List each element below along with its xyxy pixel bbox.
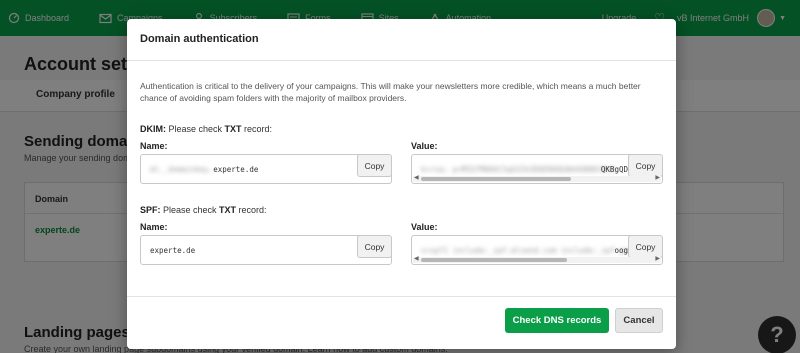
scrollbar-thumb[interactable] <box>421 258 567 262</box>
spf-text: Please check <box>160 205 220 215</box>
dkim-value-hidden: k=rsa; p=MIGfMA0GCSqGSIb3DQEBAQUAA4GNADC… <box>421 165 616 174</box>
dkim-value-scrollbar[interactable]: ◀ ▶ <box>413 174 661 182</box>
dkim-value-field[interactable]: k=rsa; p=MIGfMA0GCSqGSIb3DQEBAQUAA4GNADC… <box>411 154 663 184</box>
dkim-name-copy-button[interactable]: Copy <box>357 155 391 177</box>
dkim-value-label: Value: <box>411 141 438 151</box>
dkim-text: Please check <box>166 124 225 134</box>
dkim-name-text: ml._domainkey.experte.de <box>150 165 258 174</box>
spf-name-label: Name: <box>140 222 168 232</box>
spf-record-type: TXT <box>219 205 237 215</box>
dkim-heading: DKIM: Please check TXT record: <box>140 124 272 134</box>
dkim-name-field[interactable]: ml._domainkey.experte.de Copy <box>140 154 392 184</box>
dkim-suffix: record: <box>241 124 273 134</box>
spf-name-field[interactable]: experte.de Copy <box>140 235 392 265</box>
spf-value-tail: oog <box>614 246 628 255</box>
spf-value-scrollbar[interactable]: ◀ ▶ <box>413 255 661 263</box>
spf-prefix: SPF: <box>140 205 161 215</box>
spf-suffix: record: <box>236 205 267 215</box>
scroll-right-icon[interactable]: ▶ <box>655 174 660 181</box>
scrollbar-thumb[interactable] <box>421 177 571 181</box>
dkim-value-tail: QKBgQD <box>600 165 628 174</box>
scroll-left-icon[interactable]: ◀ <box>414 255 419 262</box>
scroll-left-icon[interactable]: ◀ <box>414 174 419 181</box>
modal-title: Domain authentication <box>140 33 259 45</box>
dkim-name-domain: experte.de <box>213 165 259 174</box>
cancel-button[interactable]: Cancel <box>615 308 663 333</box>
check-dns-records-button[interactable]: Check DNS records <box>505 308 609 333</box>
dkim-name-label: Name: <box>140 141 168 151</box>
dkim-prefix: DKIM: <box>140 124 166 134</box>
modal-intro-text: Authentication is critical to the delive… <box>140 81 641 103</box>
spf-value-label: Value: <box>411 222 438 232</box>
spf-name-copy-button[interactable]: Copy <box>357 236 391 258</box>
dkim-name-hidden: ml._domainkey. <box>150 165 214 174</box>
dkim-record-type: TXT <box>224 124 242 134</box>
spf-heading: SPF: Please check TXT record: <box>140 205 267 215</box>
spf-name-text: experte.de <box>150 246 196 255</box>
spf-value-field[interactable]: v=spf1 include:_spf.mlsend.com include:_… <box>411 235 663 265</box>
domain-authentication-modal: Domain authentication Authentication is … <box>127 19 676 349</box>
scroll-right-icon[interactable]: ▶ <box>655 255 660 262</box>
modal-header-divider <box>127 60 676 61</box>
modal-footer-divider <box>127 296 676 297</box>
